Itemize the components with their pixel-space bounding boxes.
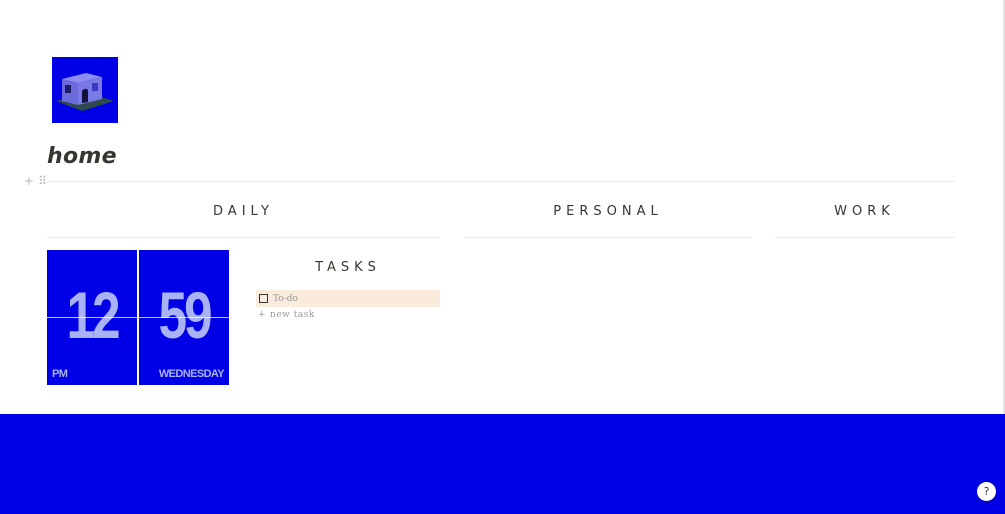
plus-icon: + [258, 310, 267, 320]
clock-split-line [47, 317, 137, 318]
clock-hour: 12 [66, 278, 120, 352]
task-checkbox[interactable] [259, 294, 268, 303]
clock-hour-card: 12 PM [47, 250, 137, 385]
clock-meridiem: PM [52, 368, 68, 380]
house-icon [56, 73, 114, 111]
clock-minute-card: 59 WEDNESDAY [139, 250, 229, 385]
divider [47, 181, 954, 182]
page-icon[interactable] [52, 57, 118, 123]
add-block-icon[interactable]: + [24, 174, 34, 188]
block-controls: + ⠿ [24, 174, 47, 188]
work-divider [775, 237, 954, 238]
clock-minute: 59 [158, 278, 212, 352]
task-item[interactable]: To-do [256, 290, 440, 307]
tasks-heading: TASKS [315, 260, 381, 275]
help-button[interactable]: ? [977, 482, 996, 501]
clock-weekday: WEDNESDAY [158, 368, 225, 380]
page-title[interactable]: home [47, 144, 117, 169]
new-task-label: new task [270, 310, 315, 320]
new-task-button[interactable]: + new task [258, 310, 315, 320]
column-heading-daily: DAILY [213, 204, 274, 219]
footer-banner [0, 414, 1005, 514]
column-heading-personal: PERSONAL [553, 204, 663, 219]
task-label[interactable]: To-do [273, 294, 298, 304]
daily-divider [47, 237, 440, 238]
personal-divider [465, 237, 751, 238]
drag-handle-icon[interactable]: ⠿ [38, 174, 47, 188]
clock-split-line [139, 317, 229, 318]
column-heading-work: WORK [834, 204, 895, 219]
